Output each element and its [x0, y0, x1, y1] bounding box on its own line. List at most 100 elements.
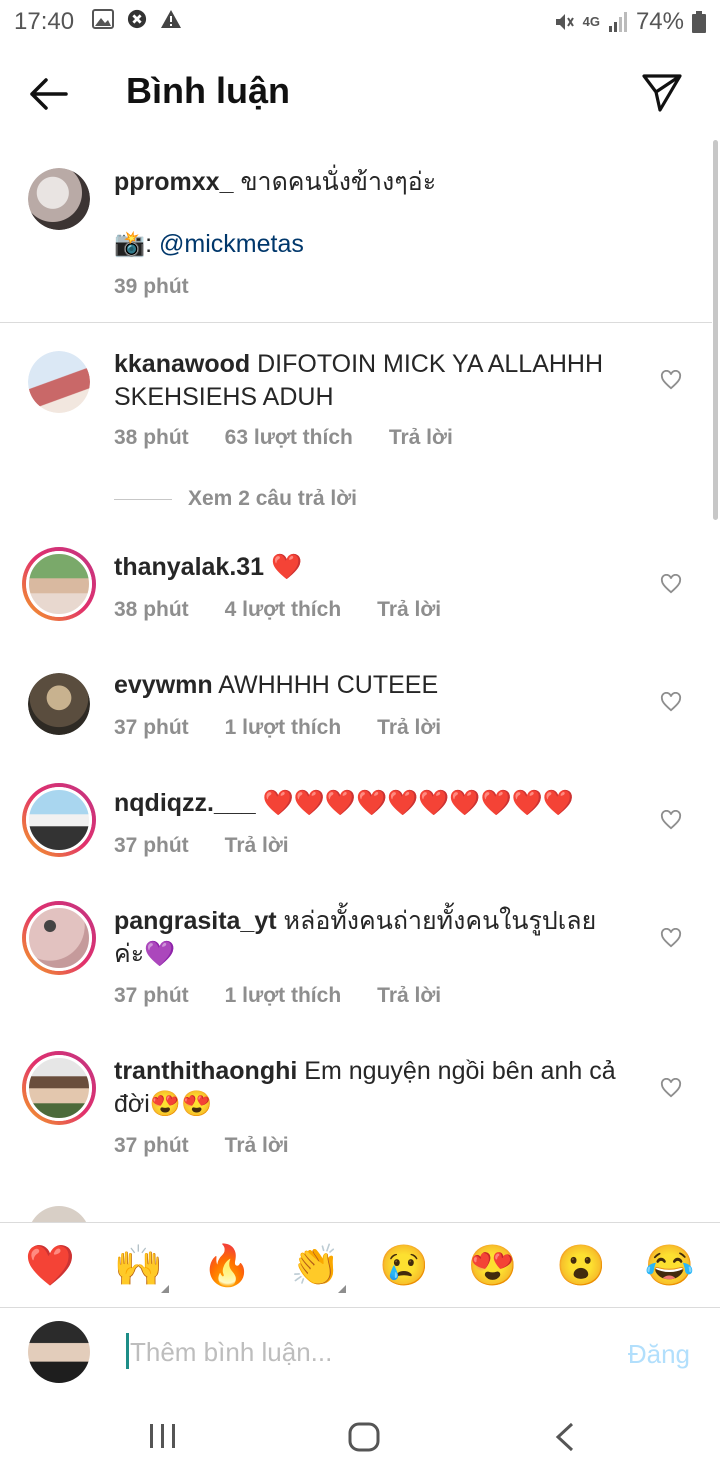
skin-tone-indicator — [160, 1284, 169, 1293]
app-close-icon — [127, 9, 147, 29]
comment-username[interactable]: tranthithaonghi — [114, 1057, 297, 1085]
page-title: Bình luận — [126, 70, 290, 111]
status-right: 4G 74% — [553, 8, 706, 36]
battery-percent: 74% — [635, 8, 684, 35]
reaction-crying[interactable]: 😢 — [364, 1242, 444, 1289]
signal-icon — [608, 12, 627, 32]
avatar[interactable] — [22, 783, 96, 857]
comment-text: tranthithaonghi Em nguyện ngồi bên anh c… — [114, 1055, 624, 1121]
like-count[interactable]: 1 lượt thích — [225, 984, 341, 1008]
comment-input-bar: Đăng — [0, 1309, 720, 1399]
like-count[interactable]: 63 lượt thích — [225, 426, 353, 450]
heart-outline-icon[interactable] — [660, 1078, 682, 1098]
post-button[interactable]: Đăng — [628, 1339, 690, 1370]
replies-line — [114, 498, 172, 500]
system-back-icon[interactable] — [554, 1422, 576, 1452]
status-bar: 17:40 4G 74% — [0, 0, 720, 44]
avatar[interactable] — [22, 901, 96, 975]
comment-time: 37 phút — [114, 984, 189, 1007]
avatar[interactable] — [22, 1051, 96, 1125]
comment-time: 38 phút — [114, 598, 189, 621]
comment-username[interactable]: nqdiqzz.___ — [114, 789, 256, 817]
credit-prefix: : — [145, 230, 160, 258]
reply-button[interactable]: Trả lời — [377, 716, 441, 740]
comment-text: thanyalak.31 ❤️ — [114, 551, 624, 584]
avatar[interactable] — [28, 351, 90, 413]
caption-body: ขาดคนนั่งข้างๆอ่ะ — [240, 168, 437, 196]
comment-body: AWHHHH CUTEEE — [218, 671, 439, 699]
reaction-surprised[interactable]: 😮 — [541, 1242, 621, 1289]
scrollbar[interactable] — [713, 140, 718, 520]
caption-time: 39 phút — [114, 275, 189, 298]
comment-meta: 38 phút 4 lượt thích Trả lời — [114, 598, 441, 622]
reaction-heart-eyes[interactable]: 😍 — [453, 1242, 533, 1289]
back-arrow-icon[interactable] — [26, 74, 70, 114]
avatar[interactable] — [28, 168, 90, 230]
comment-time: 37 phút — [114, 1134, 189, 1157]
warning-icon — [161, 10, 181, 28]
system-nav-bar — [0, 1400, 720, 1480]
reply-button[interactable]: Trả lời — [377, 598, 441, 622]
heart-outline-icon[interactable] — [660, 370, 682, 390]
notification-icons — [92, 9, 182, 29]
comment-username[interactable]: evywmn — [114, 671, 213, 699]
reaction-fire[interactable]: 🔥 — [187, 1242, 267, 1289]
comment-meta: 38 phút 63 lượt thích Trả lời — [114, 426, 453, 450]
like-count[interactable]: 1 lượt thích — [225, 716, 341, 740]
caption-meta: 39 phút — [114, 275, 189, 299]
comment-username[interactable]: pangrasita_yt — [114, 907, 277, 935]
comment-time: 37 phút — [114, 716, 189, 739]
reaction-clap[interactable]: 👏 — [276, 1242, 356, 1293]
view-replies-button[interactable]: Xem 2 câu trả lời — [114, 487, 357, 511]
comment-body: ❤️❤️❤️❤️❤️❤️❤️❤️❤️❤️ — [262, 789, 574, 817]
comment-input[interactable] — [128, 1329, 572, 1375]
raised-hands-emoji: 🙌 — [113, 1243, 164, 1288]
gallery-icon — [92, 9, 114, 29]
comment-username[interactable]: kkanawood — [114, 350, 250, 378]
mute-icon — [555, 14, 574, 30]
comment-meta: 37 phút 1 lượt thích Trả lời — [114, 984, 441, 1008]
status-time: 17:40 — [14, 8, 75, 35]
comment-username[interactable]: thanyalak.31 — [114, 553, 264, 581]
emoji-reaction-bar: ❤️ 🙌 🔥 👏 😢 😍 😮 😂 — [0, 1222, 720, 1308]
comment-meta: 37 phút Trả lời — [114, 1134, 289, 1158]
recent-apps-icon[interactable] — [148, 1422, 178, 1450]
reply-button[interactable]: Trả lời — [377, 984, 441, 1008]
mention-link[interactable]: @mickmetas — [159, 230, 304, 258]
reply-button[interactable]: Trả lời — [225, 1134, 289, 1158]
like-count[interactable]: 4 lượt thích — [225, 598, 341, 622]
send-icon[interactable] — [640, 72, 684, 112]
home-icon[interactable] — [348, 1422, 380, 1452]
caption-credit: 📸: @mickmetas — [114, 228, 624, 261]
reaction-heart[interactable]: ❤️ — [10, 1242, 90, 1289]
reply-button[interactable]: Trả lời — [389, 426, 453, 450]
avatar[interactable] — [28, 673, 90, 735]
divider — [0, 322, 712, 323]
comment-meta: 37 phút 1 lượt thích Trả lời — [114, 716, 441, 740]
reaction-joy[interactable]: 😂 — [630, 1242, 710, 1289]
comment-text: evywmn AWHHHH CUTEEE — [114, 669, 624, 702]
heart-outline-icon[interactable] — [660, 928, 682, 948]
reply-button[interactable]: Trả lời — [225, 834, 289, 858]
avatar[interactable] — [22, 547, 96, 621]
network-type: 4G — [582, 14, 600, 29]
comment-time: 37 phút — [114, 834, 189, 857]
my-avatar — [28, 1321, 90, 1383]
comment-text: nqdiqzz.___ ❤️❤️❤️❤️❤️❤️❤️❤️❤️❤️ — [114, 787, 624, 820]
clap-emoji: 👏 — [290, 1243, 341, 1288]
comment-text: pangrasita_yt หล่อทั้งคนถ่ายทั้งคนในรูปเ… — [114, 905, 624, 971]
view-replies-label: Xem 2 câu trả lời — [188, 487, 358, 510]
caption-username[interactable]: ppromxx_ — [114, 168, 233, 196]
skin-tone-indicator — [337, 1284, 346, 1293]
comment-time: 38 phút — [114, 426, 189, 449]
heart-outline-icon[interactable] — [660, 692, 682, 712]
battery-icon — [692, 11, 706, 33]
reaction-raised-hands[interactable]: 🙌 — [99, 1242, 179, 1293]
heart-outline-icon[interactable] — [660, 810, 682, 830]
heart-outline-icon[interactable] — [660, 574, 682, 594]
comment-meta: 37 phút Trả lời — [114, 834, 289, 858]
comment-text: kkanawood DIFOTOIN MICK YA ALLAHHH SKEHS… — [114, 348, 624, 414]
header: Bình luận — [0, 44, 720, 140]
camera-emoji: 📸 — [114, 230, 146, 258]
caption-text: ppromxx_ ขาดคนนั่งข้างๆอ่ะ — [114, 166, 624, 199]
